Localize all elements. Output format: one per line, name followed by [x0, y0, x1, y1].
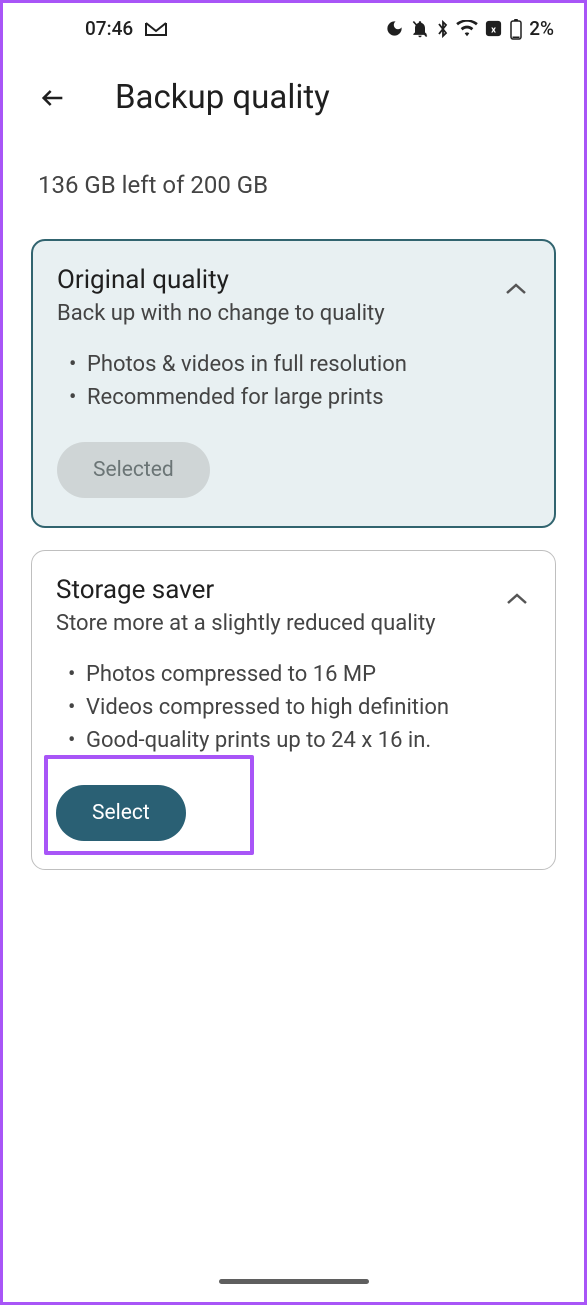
status-time: 07:46 — [85, 17, 133, 40]
original-quality-subtitle: Back up with no change to quality — [57, 301, 385, 326]
battery-icon — [509, 18, 523, 40]
gmail-icon — [145, 21, 167, 37]
original-quality-card[interactable]: Original quality Back up with no change … — [31, 239, 556, 528]
storage-saver-card[interactable]: Storage saver Store more at a slightly r… — [31, 550, 556, 870]
bluetooth-icon — [436, 19, 450, 39]
page-title: Backup quality — [115, 78, 330, 117]
data-icon: x — [484, 19, 503, 38]
bullet-item: Videos compressed to high definition — [68, 691, 531, 724]
bullet-item: Recommended for large prints — [69, 381, 530, 414]
chevron-up-icon[interactable] — [502, 275, 530, 303]
storage-saver-subtitle: Store more at a slightly reduced quality — [56, 611, 436, 636]
app-header: Backup quality — [3, 54, 584, 141]
original-quality-title: Original quality — [57, 265, 385, 295]
selected-button: Selected — [57, 442, 210, 498]
back-button[interactable] — [37, 82, 69, 114]
notifications-off-icon — [410, 19, 430, 39]
original-quality-bullets: Photos & videos in full resolution Recom… — [57, 348, 530, 414]
wifi-icon — [456, 20, 478, 38]
home-indicator[interactable] — [219, 1279, 369, 1284]
storage-saver-title: Storage saver — [56, 575, 436, 605]
bullet-item: Good-quality prints up to 24 x 16 in. — [68, 724, 531, 757]
chevron-up-icon[interactable] — [503, 585, 531, 613]
bullet-item: Photos & videos in full resolution — [69, 348, 530, 381]
svg-text:x: x — [491, 24, 496, 35]
select-button[interactable]: Select — [56, 785, 186, 841]
do-not-disturb-icon — [385, 19, 404, 38]
status-bar: 07:46 x 2% — [3, 3, 584, 54]
storage-saver-bullets: Photos compressed to 16 MP Videos compre… — [56, 658, 531, 757]
bullet-item: Photos compressed to 16 MP — [68, 658, 531, 691]
storage-remaining: 136 GB left of 200 GB — [3, 141, 584, 239]
battery-percent: 2% — [529, 17, 554, 40]
